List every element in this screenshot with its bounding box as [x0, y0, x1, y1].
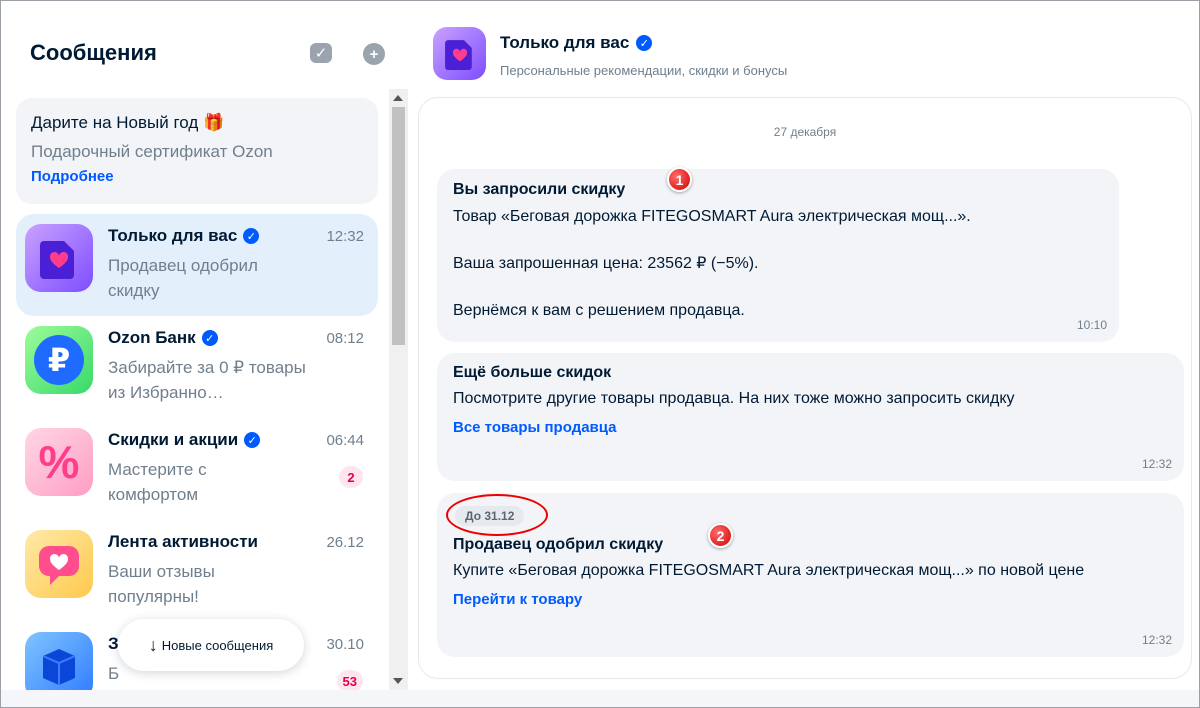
- verified-icon: ✓: [244, 432, 261, 448]
- chat-preview: Ваши отзывы популярны!: [108, 562, 215, 606]
- chat-item-discounts[interactable]: % Скидки и акции ✓ 06:44 Мастерите с ком…: [16, 418, 378, 520]
- chat-name: Только для вас ✓: [108, 226, 260, 246]
- message-line: Ваша запрошенная цена: 23562 ₽ (−5%).: [453, 255, 759, 272]
- new-messages-button[interactable]: ↓ Новые сообщения: [118, 619, 304, 671]
- conversation-title-text: Только для вас: [500, 33, 630, 52]
- chat-time: 06:44: [326, 432, 364, 449]
- chat-item-activity-feed[interactable]: Лента активности 26.12 Ваши отзывы попул…: [16, 520, 378, 622]
- message-discount-approved: Продавец одобрил скидку Купите «Беговая …: [437, 493, 1184, 657]
- conversation-subtitle: Персональные рекомендации, скидки и бону…: [500, 63, 788, 78]
- heart-bubble-icon: [25, 530, 93, 598]
- chat-time: 30.10: [326, 636, 364, 653]
- percent-icon: %: [25, 428, 93, 496]
- chat-name: Лента активности: [108, 532, 258, 552]
- message-time: 12:32: [1141, 633, 1172, 647]
- chat-time: 08:12: [326, 330, 364, 347]
- message-time: 10:10: [1076, 318, 1107, 332]
- verified-icon: ✓: [201, 330, 218, 346]
- annotation-marker-2: 2: [708, 523, 733, 548]
- page-title: Сообщения: [30, 40, 157, 65]
- chat-name: Ozon Банк ✓: [108, 328, 218, 348]
- scroll-up-arrow-icon[interactable]: [393, 95, 403, 101]
- chat-item-only-for-you[interactable]: Только для вас ✓ 12:32 Продавец одобрил …: [16, 214, 378, 316]
- annotation-marker-1: 1: [667, 167, 692, 192]
- chat-name-text: Только для вас: [108, 226, 238, 245]
- scroll-down-arrow-icon[interactable]: [393, 678, 403, 684]
- chat-preview: Мастерите с комфортом: [108, 460, 207, 504]
- promo-title: Дарите на Новый год: [31, 113, 199, 132]
- message-text: Посмотрите другие товары продавца. На ни…: [453, 390, 1015, 407]
- annotation-circle: [446, 494, 548, 536]
- chat-name: Скидки и акции ✓: [108, 430, 261, 450]
- date-separator: 27 декабря: [773, 125, 837, 139]
- chat-list-scrollbar[interactable]: [389, 89, 408, 690]
- message-time: 12:32: [1141, 457, 1172, 471]
- new-chat-icon[interactable]: +: [363, 43, 385, 65]
- box-icon: [25, 632, 93, 690]
- chat-time: 26.12: [326, 534, 364, 551]
- unread-badge: 2: [339, 466, 363, 488]
- chat-preview: Продавец одобрил скидку: [108, 256, 258, 300]
- promo-title-row: Дарите на Новый год 🎁: [31, 113, 363, 133]
- chat-item-ozon-bank[interactable]: ₽ Ozon Банк ✓ 08:12 Забирайте за 0 ₽ тов…: [16, 316, 378, 418]
- promo-subtitle: Подарочный сертификат Ozon: [31, 142, 273, 161]
- message-title: Вы запросили скидку: [453, 181, 626, 198]
- arrow-down-icon: ↓: [148, 634, 158, 655]
- bottom-strip: [1, 690, 1199, 707]
- message-more-discounts: Ещё больше скидок Посмотрите другие това…: [437, 353, 1184, 481]
- chat-preview: Забирайте за 0 ₽ товары из Избранно…: [108, 358, 306, 402]
- chat-list-pane: Сообщения ✓ + Дарите на Новый год 🎁 Пода…: [1, 1, 408, 690]
- go-to-product-link[interactable]: Перейти к товару: [453, 591, 1168, 608]
- chat-name-text: Ozon Банк: [108, 328, 196, 347]
- ruble-coin-icon: ₽: [25, 326, 93, 394]
- message-discount-request: Вы запросили скидку Товар «Беговая дорож…: [437, 169, 1119, 342]
- verified-icon: ✓: [636, 35, 653, 51]
- message-line: Товар «Беговая дорожка FITEGOSMART Aura …: [453, 208, 971, 225]
- folder-heart-icon: [444, 40, 472, 70]
- gift-icon: 🎁: [203, 113, 225, 132]
- new-messages-label: Новые сообщения: [161, 637, 274, 653]
- conversation-title: Только для вас ✓: [500, 33, 653, 53]
- chat-name-text: Скидки и акции: [108, 430, 239, 449]
- message-line: Вернёмся к вам с решением продавца.: [453, 302, 745, 319]
- promo-link[interactable]: Подробнее: [31, 168, 363, 185]
- read-all-icon[interactable]: ✓: [310, 43, 332, 63]
- message-title: Продавец одобрил скидку: [453, 536, 664, 553]
- promo-card[interactable]: Дарите на Новый год 🎁 Подарочный сертифи…: [16, 98, 378, 204]
- message-title: Ещё больше скидок: [453, 364, 612, 381]
- verified-icon: ✓: [243, 228, 260, 244]
- chat-name-text: Лента активности: [108, 532, 259, 551]
- folder-heart-icon: [25, 224, 93, 292]
- message-thread: 27 декабря Вы запросили скидку Товар «Бе…: [418, 97, 1192, 679]
- conversation-avatar: [433, 27, 486, 80]
- message-text: Купите «Беговая дорожка FITEGOSMART Aura…: [453, 562, 1085, 579]
- all-seller-products-link[interactable]: Все товары продавца: [453, 419, 1168, 436]
- chat-time: 12:32: [326, 228, 364, 245]
- scrollbar-thumb[interactable]: [392, 107, 405, 345]
- unread-badge: 53: [336, 670, 363, 690]
